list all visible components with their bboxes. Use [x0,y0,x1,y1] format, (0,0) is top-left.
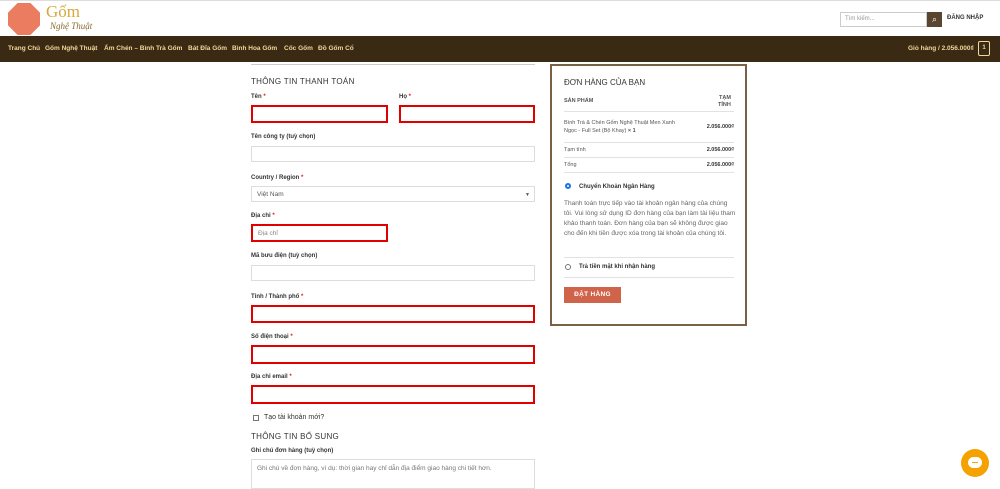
country-value: Việt Nam [257,191,284,198]
billing-title: THÔNG TIN THANH TOÁN [251,77,355,86]
address-label: Địa chỉ * [251,213,275,219]
payment-bank-label[interactable]: Chuyển Khoản Ngân Hàng [579,184,655,190]
divider [564,172,734,173]
company-field[interactable] [251,146,535,162]
place-order-button[interactable]: ĐẶT HÀNG [564,287,621,303]
subtotal-label: Tạm tính [564,147,586,153]
col-subtotal-header-2: TÍNH [718,102,731,108]
item-name-line-2: Ngọc - Full Set (Bộ Khay) × 1 [564,128,636,134]
logo-text-sub: Nghệ Thuật [50,21,93,31]
email-label: Địa chỉ email * [251,374,292,380]
order-notes-label: Ghi chú đơn hàng (tuỳ chọn) [251,448,334,454]
col-subtotal-header-1: TẠM [719,95,731,101]
country-select[interactable]: Việt Nam ▼ [251,186,535,202]
payment-cod-radio[interactable] [565,264,571,270]
nav-item-cups[interactable]: Cốc Gốm [284,45,313,52]
payment-bank-description: Thanh toán trực tiếp vào tài khoản ngân … [564,200,736,237]
top-header: Gốm Nghệ Thuật Tìm kiếm... ⌕ ĐĂNG NHẬP [0,0,1000,36]
nav-item-tea-sets[interactable]: Ấm Chén – Bình Trà Gốm [104,45,182,52]
chevron-down-icon: ▼ [525,192,530,198]
divider [564,277,734,278]
divider [564,157,734,158]
payment-bank-radio[interactable] [565,183,571,189]
last-name-label: Họ * [399,94,412,100]
payment-cod-label[interactable]: Trả tiền mặt khi nhận hàng [579,264,655,270]
address-field[interactable]: Địa chỉ [251,224,388,242]
cart-link[interactable]: Giỏ hàng / 2.056.000₫ [908,45,974,52]
item-qty: × 1 [627,128,636,134]
additional-info-title: THÔNG TIN BỔ SUNG [251,432,340,441]
site-logo[interactable]: Gốm Nghệ Thuật [8,2,118,36]
create-account-checkbox[interactable] [253,415,259,421]
create-account-label[interactable]: Tạo tài khoản mới? [264,414,324,421]
nav-item-art-ceramics[interactable]: Gốm Nghệ Thuật [45,45,97,52]
chat-widget-button[interactable] [961,449,989,477]
phone-label: Số điện thoại * [251,334,293,340]
login-link[interactable]: ĐĂNG NHẬP [947,15,983,21]
total-label: Tổng [564,162,577,168]
company-label: Tên công ty (tuỳ chọn) [251,134,316,140]
divider [251,64,535,65]
nav-item-bowls-plates[interactable]: Bát Đĩa Gốm [188,45,227,52]
col-product-header: SẢN PHẨM [564,98,594,104]
nav-item-antiques[interactable]: Đồ Gốm Cổ [318,45,354,52]
divider [564,142,734,143]
city-label: Tỉnh / Thành phố * [251,294,304,300]
nav-item-home[interactable]: Trang Chủ [8,45,40,52]
order-notes-textarea[interactable]: Ghi chú về đơn hàng, ví dụ: thời gian ha… [251,459,535,489]
main-nav: Trang Chủ Gốm Nghệ Thuật Ấm Chén – Bình … [0,36,1000,62]
email-field[interactable] [251,385,535,404]
item-name-line-1: Bình Trà & Chén Gốm Nghệ Thuật Men Xanh [564,120,675,126]
subtotal-value: 2.056.000₫ [706,147,734,153]
postcode-label: Mã bưu điện (tuỳ chọn) [251,253,318,259]
logo-text-main: Gốm [46,2,80,21]
phone-field[interactable] [251,345,535,364]
postcode-field[interactable] [251,265,535,281]
country-label: Country / Region * [251,175,304,181]
search-icon: ⌕ [931,14,938,24]
last-name-field[interactable] [399,105,535,123]
search-input[interactable]: Tìm kiếm... [840,12,927,27]
divider [564,257,734,258]
divider [564,111,734,112]
cart-count-badge[interactable]: 1 [978,41,990,56]
first-name-field[interactable] [251,105,388,123]
first-name-label: Tên * [251,94,266,100]
logo-octagon-icon [8,3,40,35]
nav-item-vases[interactable]: Bình Hoa Gốm [232,45,277,52]
chat-bubble-line [972,462,978,463]
city-field[interactable] [251,305,535,323]
search-button[interactable]: ⌕ [927,12,942,27]
order-summary-title: ĐƠN HÀNG CỦA BẠN [564,78,646,87]
item-price: 2.056.000₫ [706,124,734,130]
total-value: 2.056.000₫ [706,162,734,168]
